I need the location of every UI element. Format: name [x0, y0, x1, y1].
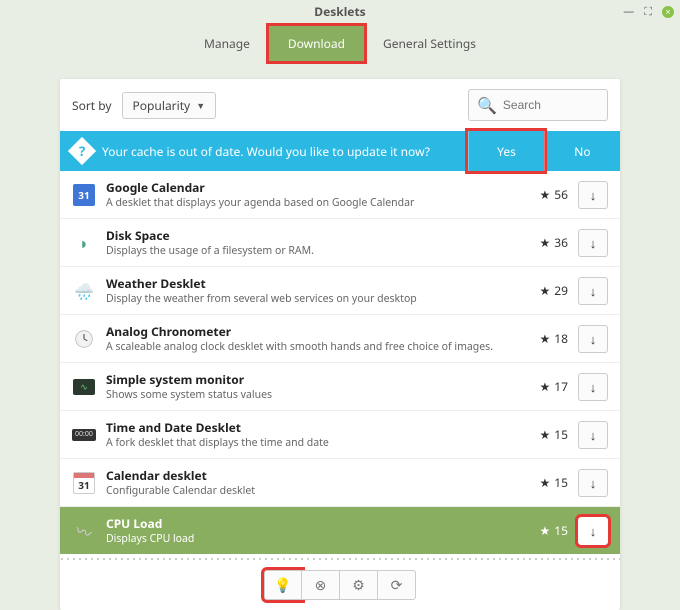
search-icon: 🔍 [477, 94, 497, 116]
maximize-button[interactable]: ⛶ [644, 4, 652, 19]
window-controls: — ⛶ × [623, 4, 674, 19]
item-title: Calendar desklet [106, 467, 516, 484]
download-button[interactable]: ↓ [578, 325, 608, 353]
window-title: Desklets [314, 3, 365, 20]
star-icon: ★ [540, 234, 551, 251]
remove-icon: ⊗ [315, 576, 327, 595]
refresh-icon: ⟳ [391, 576, 403, 595]
item-title: CPU Load [106, 515, 516, 532]
download-button[interactable]: ↓ [578, 229, 608, 257]
sort-row: Sort by Popularity ▼ 🔍 [60, 79, 620, 131]
tab-bar: Manage Download General Settings [0, 26, 680, 61]
download-icon: ↓ [590, 186, 597, 204]
configure-button[interactable]: ⚙ [340, 570, 378, 600]
lightbulb-icon: 💡 [274, 576, 291, 595]
download-icon: ↓ [590, 234, 597, 252]
list-item[interactable]: ◗ Disk Space Displays the usage of a fil… [60, 219, 620, 267]
list-item[interactable]: 00:00 Time and Date Desklet A fork deskl… [60, 411, 620, 459]
tab-general-settings[interactable]: General Settings [364, 26, 495, 61]
calendar-icon: 31 [72, 471, 96, 495]
star-icon: ★ [540, 474, 551, 491]
time-date-icon: 00:00 [72, 423, 96, 447]
close-button[interactable]: × [662, 6, 674, 18]
cpu-load-icon: 〰 [69, 515, 100, 546]
banner-message: Your cache is out of date. Would you lik… [102, 143, 430, 160]
system-monitor-icon: ∿ [72, 375, 96, 399]
list-item[interactable]: 31 Google Calendar A desklet that displa… [60, 171, 620, 219]
star-count: ★18 [526, 330, 568, 347]
star-count: ★15 [526, 522, 568, 539]
star-icon: ★ [540, 378, 551, 395]
sort-label: Sort by [72, 97, 112, 114]
search-input[interactable] [503, 98, 599, 112]
download-button[interactable]: ↓ [578, 517, 608, 545]
question-icon: ? [68, 137, 96, 165]
titlebar: Desklets — ⛶ × [0, 0, 680, 22]
sort-dropdown[interactable]: Popularity ▼ [122, 92, 217, 119]
item-title: Weather Desklet [106, 275, 516, 292]
gear-icon: ⚙ [352, 576, 365, 595]
item-desc: Displays the usage of a filesystem or RA… [106, 244, 516, 258]
item-desc: A scaleable analog clock desklet with sm… [106, 340, 516, 354]
download-button[interactable]: ↓ [578, 469, 608, 497]
star-icon: ★ [540, 426, 551, 443]
search-box[interactable]: 🔍 [468, 89, 608, 121]
item-title: Disk Space [106, 227, 516, 244]
tab-download[interactable]: Download [269, 26, 364, 61]
star-icon: ★ [540, 282, 551, 299]
item-desc: Display the weather from several web ser… [106, 292, 516, 306]
content-panel: Sort by Popularity ▼ 🔍 ? Your cache is o… [60, 79, 620, 610]
item-title: Google Calendar [106, 179, 516, 196]
star-count: ★36 [526, 234, 568, 251]
item-title: Analog Chronometer [106, 323, 516, 340]
banner-no-button[interactable]: No [544, 131, 620, 171]
weather-icon: 🌧️ [72, 279, 96, 303]
uninstall-button[interactable]: ⊗ [302, 570, 340, 600]
star-count: ★29 [526, 282, 568, 299]
tab-manage[interactable]: Manage [185, 26, 269, 61]
download-icon: ↓ [590, 378, 597, 396]
list-item-selected[interactable]: 〰 CPU Load Displays CPU load ★15 ↓ [60, 507, 620, 554]
star-icon: ★ [540, 522, 551, 539]
minimize-button[interactable]: — [623, 4, 634, 19]
download-button[interactable]: ↓ [578, 277, 608, 305]
banner-yes-button[interactable]: Yes [468, 131, 544, 171]
sort-value: Popularity [133, 97, 191, 114]
item-desc: A desklet that displays your agenda base… [106, 196, 516, 210]
bottom-toolbar: 💡 ⊗ ⚙ ⟳ [60, 564, 620, 610]
star-count: ★15 [526, 474, 568, 491]
item-desc: Shows some system status values [106, 388, 516, 402]
list-item[interactable]: 🌧️ Weather Desklet Display the weather f… [60, 267, 620, 315]
star-icon: ★ [540, 186, 551, 203]
item-desc: A fork desklet that displays the time an… [106, 436, 516, 450]
list-item[interactable]: Analog Chronometer A scaleable analog cl… [60, 315, 620, 363]
download-button[interactable]: ↓ [578, 181, 608, 209]
download-icon: ↓ [590, 282, 597, 300]
star-count: ★17 [526, 378, 568, 395]
refresh-button[interactable]: ⟳ [378, 570, 416, 600]
star-count: ★56 [526, 186, 568, 203]
download-button[interactable]: ↓ [578, 373, 608, 401]
list-item[interactable]: ∿ Simple system monitor Shows some syste… [60, 363, 620, 411]
about-button[interactable]: 💡 [264, 570, 302, 600]
chevron-down-icon: ▼ [196, 99, 205, 112]
item-desc: Displays CPU load [106, 532, 516, 546]
download-icon: ↓ [590, 474, 597, 492]
google-calendar-icon: 31 [72, 183, 96, 207]
star-icon: ★ [540, 330, 551, 347]
item-title: Time and Date Desklet [106, 419, 516, 436]
list-item[interactable]: 31 Calendar desklet Configurable Calenda… [60, 459, 620, 507]
disk-space-icon: ◗ [72, 231, 96, 255]
download-button[interactable]: ↓ [578, 421, 608, 449]
item-desc: Configurable Calendar desklet [106, 484, 516, 498]
item-title: Simple system monitor [106, 371, 516, 388]
cache-banner: ? Your cache is out of date. Would you l… [60, 131, 620, 171]
desklet-list: 31 Google Calendar A desklet that displa… [60, 171, 620, 554]
download-icon: ↓ [590, 522, 597, 540]
star-count: ★15 [526, 426, 568, 443]
download-icon: ↓ [590, 330, 597, 348]
analog-clock-icon [72, 327, 96, 351]
download-icon: ↓ [590, 426, 597, 444]
